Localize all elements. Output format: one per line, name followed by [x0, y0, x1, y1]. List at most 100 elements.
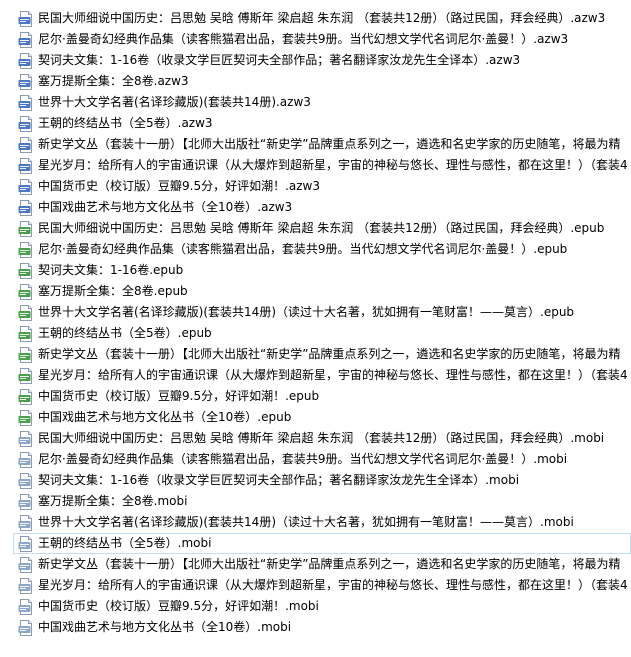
file-name: 尼尔·盖曼奇幻经典作品集（读客熊猫君出品，套装共9册。当代幻想文学代名词尼尔·盖…	[38, 452, 568, 466]
epub-file-icon-graphic	[18, 367, 32, 384]
azw3-file-icon	[18, 73, 34, 90]
file-name: 契诃夫文集：1-16卷（收录文学巨匠契诃夫全部作品；著名翻译家汝龙先生全译本）.…	[38, 473, 520, 487]
epub-file-icon-graphic	[18, 346, 32, 363]
file-row[interactable]: 中国戏曲艺术与地方文化丛书（全10卷）.azw3	[14, 197, 631, 218]
file-row[interactable]: 塞万提斯全集：全8卷.azw3	[14, 71, 631, 92]
file-row[interactable]: 尼尔·盖曼奇幻经典作品集（读客熊猫君出品，套装共9册。当代幻想文学代名词尼尔·盖…	[14, 449, 631, 470]
file-row[interactable]: 星光岁月：给所有人的宇宙通识课（从大爆炸到超新星，宇宙的神秘与悠长、理性与感性，…	[14, 365, 631, 386]
epub-file-icon	[18, 388, 34, 405]
file-name: 王朝的终结丛书（全5卷）.epub	[38, 326, 212, 340]
azw3-file-icon-graphic	[18, 52, 32, 69]
file-row[interactable]: 星光岁月：给所有人的宇宙通识课（从大爆炸到超新星，宇宙的神秘与悠长、理性与感性，…	[14, 155, 631, 176]
mobi-file-icon	[18, 535, 34, 552]
mobi-file-icon	[18, 472, 34, 489]
mobi-file-icon-graphic	[18, 493, 32, 510]
file-row[interactable]: 中国货币史（校订版）豆瓣9.5分，好评如潮！.epub	[14, 386, 631, 407]
epub-file-icon-graphic	[18, 304, 32, 321]
file-row[interactable]: 塞万提斯全集：全8卷.epub	[14, 281, 631, 302]
epub-file-icon	[18, 325, 34, 342]
file-row[interactable]: 世界十大文学名著(名译珍藏版)(套装共14册)（读过十大名著，犹如拥有一笔财富！…	[14, 512, 631, 533]
epub-file-icon	[18, 304, 34, 321]
file-row[interactable]: 中国戏曲艺术与地方文化丛书（全10卷）.mobi	[14, 617, 631, 638]
file-row[interactable]: 王朝的终结丛书（全5卷）.azw3	[14, 113, 631, 134]
azw3-file-icon-graphic	[18, 136, 32, 153]
file-row[interactable]: 王朝的终结丛书（全5卷）.mobi	[13, 533, 631, 554]
epub-file-icon-graphic	[18, 241, 32, 258]
file-row[interactable]: 契诃夫文集：1-16卷（收录文学巨匠契诃夫全部作品；著名翻译家汝龙先生全译本）.…	[14, 50, 631, 71]
file-row[interactable]: 民国大师细说中国历史：吕思勉 吴晗 傅斯年 梁启超 朱东润 （套装共12册）（路…	[14, 218, 631, 239]
file-name: 契诃夫文集：1-16卷.epub	[38, 263, 184, 277]
mobi-file-icon-graphic	[18, 514, 32, 531]
file-row[interactable]: 尼尔·盖曼奇幻经典作品集（读客熊猫君出品，套装共9册。当代幻想文学代名词尼尔·盖…	[14, 29, 631, 50]
epub-file-icon-graphic	[18, 220, 32, 237]
file-name: 民国大师细说中国历史：吕思勉 吴晗 傅斯年 梁启超 朱东润 （套装共12册）（路…	[38, 431, 605, 445]
file-name: 中国货币史（校订版）豆瓣9.5分，好评如潮！.epub	[38, 389, 320, 403]
azw3-file-icon	[18, 136, 34, 153]
mobi-file-icon-graphic	[18, 535, 32, 552]
mobi-file-icon	[18, 556, 34, 573]
file-name: 中国戏曲艺术与地方文化丛书（全10卷）.mobi	[38, 620, 292, 634]
file-row[interactable]: 世界十大文学名著(名译珍藏版)(套装共14册)（读过十大名著，犹如拥有一笔财富！…	[14, 302, 631, 323]
epub-file-icon	[18, 262, 34, 279]
file-row[interactable]: 王朝的终结丛书（全5卷）.epub	[14, 323, 631, 344]
azw3-file-icon	[18, 31, 34, 48]
mobi-file-icon-graphic	[18, 430, 32, 447]
file-name: 中国戏曲艺术与地方文化丛书（全10卷）.azw3	[38, 200, 293, 214]
azw3-file-icon	[18, 115, 34, 132]
azw3-file-icon	[18, 178, 34, 195]
file-name: 塞万提斯全集：全8卷.azw3	[38, 74, 189, 88]
epub-file-icon-graphic	[18, 283, 32, 300]
file-row[interactable]: 塞万提斯全集：全8卷.mobi	[14, 491, 631, 512]
epub-file-icon	[18, 367, 34, 384]
file-row[interactable]: 中国货币史（校订版）豆瓣9.5分，好评如潮！.mobi	[14, 596, 631, 617]
azw3-file-icon	[18, 199, 34, 216]
file-row[interactable]: 新史学文丛（套装十一册）【北师大出版社“新史学”品牌重点系列之一，遴选和名史学家…	[14, 134, 631, 155]
epub-file-icon	[18, 220, 34, 237]
file-name: 民国大师细说中国历史：吕思勉 吴晗 傅斯年 梁启超 朱东润 （套装共12册）（路…	[38, 221, 605, 235]
file-name: 新史学文丛（套装十一册）【北师大出版社“新史学”品牌重点系列之一，遴选和名史学家…	[38, 557, 621, 571]
file-row[interactable]: 民国大师细说中国历史：吕思勉 吴晗 傅斯年 梁启超 朱东润 （套装共12册）（路…	[14, 8, 631, 29]
file-name: 星光岁月：给所有人的宇宙通识课（从大爆炸到超新星，宇宙的神秘与悠长、理性与感性，…	[38, 578, 628, 592]
mobi-file-icon-graphic	[18, 577, 32, 594]
azw3-file-icon	[18, 157, 34, 174]
file-name: 星光岁月：给所有人的宇宙通识课（从大爆炸到超新星，宇宙的神秘与悠长、理性与感性，…	[38, 158, 628, 172]
file-name: 中国戏曲艺术与地方文化丛书（全10卷）.epub	[38, 410, 292, 424]
file-name: 塞万提斯全集：全8卷.mobi	[38, 494, 188, 508]
file-row[interactable]: 新史学文丛（套装十一册）【北师大出版社“新史学”品牌重点系列之一，遴选和名史学家…	[14, 554, 631, 575]
file-row[interactable]: 民国大师细说中国历史：吕思勉 吴晗 傅斯年 梁启超 朱东润 （套装共12册）（路…	[14, 428, 631, 449]
azw3-file-icon-graphic	[18, 10, 32, 27]
file-name: 世界十大文学名著(名译珍藏版)(套装共14册)（读过十大名著，犹如拥有一笔财富！…	[38, 515, 574, 529]
file-name: 契诃夫文集：1-16卷（收录文学巨匠契诃夫全部作品；著名翻译家汝龙先生全译本）.…	[38, 53, 521, 67]
file-row[interactable]: 世界十大文学名著(名译珍藏版)(套装共14册).azw3	[14, 92, 631, 113]
file-row[interactable]: 尼尔·盖曼奇幻经典作品集（读客熊猫君出品，套装共9册。当代幻想文学代名词尼尔·盖…	[14, 239, 631, 260]
azw3-file-icon	[18, 10, 34, 27]
mobi-file-icon	[18, 514, 34, 531]
mobi-file-icon-graphic	[18, 472, 32, 489]
file-row[interactable]: 新史学文丛（套装十一册）【北师大出版社“新史学”品牌重点系列之一，遴选和名史学家…	[14, 344, 631, 365]
mobi-file-icon	[18, 451, 34, 468]
azw3-file-icon-graphic	[18, 73, 32, 90]
file-row[interactable]: 中国戏曲艺术与地方文化丛书（全10卷）.epub	[14, 407, 631, 428]
file-name: 世界十大文学名著(名译珍藏版)(套装共14册)（读过十大名著，犹如拥有一笔财富！…	[38, 305, 575, 319]
azw3-file-icon	[18, 52, 34, 69]
file-row[interactable]: 契诃夫文集：1-16卷.epub	[14, 260, 631, 281]
azw3-file-icon-graphic	[18, 157, 32, 174]
epub-file-icon	[18, 346, 34, 363]
mobi-file-icon	[18, 598, 34, 615]
mobi-file-icon-graphic	[18, 598, 32, 615]
azw3-file-icon-graphic	[18, 94, 32, 111]
mobi-file-icon	[18, 619, 34, 636]
file-row[interactable]: 星光岁月：给所有人的宇宙通识课（从大爆炸到超新星，宇宙的神秘与悠长、理性与感性，…	[14, 575, 631, 596]
file-name: 中国货币史（校订版）豆瓣9.5分，好评如潮！.azw3	[38, 179, 321, 193]
file-name: 尼尔·盖曼奇幻经典作品集（读客熊猫君出品，套装共9册。当代幻想文学代名词尼尔·盖…	[38, 242, 568, 256]
file-name: 新史学文丛（套装十一册）【北师大出版社“新史学”品牌重点系列之一，遴选和名史学家…	[38, 137, 621, 151]
mobi-file-icon	[18, 430, 34, 447]
file-name: 星光岁月：给所有人的宇宙通识课（从大爆炸到超新星，宇宙的神秘与悠长、理性与感性，…	[38, 368, 628, 382]
file-name: 王朝的终结丛书（全5卷）.mobi	[38, 536, 212, 550]
file-row[interactable]: 中国货币史（校订版）豆瓣9.5分，好评如潮！.azw3	[14, 176, 631, 197]
file-name: 新史学文丛（套装十一册）【北师大出版社“新史学”品牌重点系列之一，遴选和名史学家…	[38, 347, 621, 361]
file-name: 王朝的终结丛书（全5卷）.azw3	[38, 116, 213, 130]
file-name: 塞万提斯全集：全8卷.epub	[38, 284, 188, 298]
file-row[interactable]: 契诃夫文集：1-16卷（收录文学巨匠契诃夫全部作品；著名翻译家汝龙先生全译本）.…	[14, 470, 631, 491]
azw3-file-icon-graphic	[18, 31, 32, 48]
